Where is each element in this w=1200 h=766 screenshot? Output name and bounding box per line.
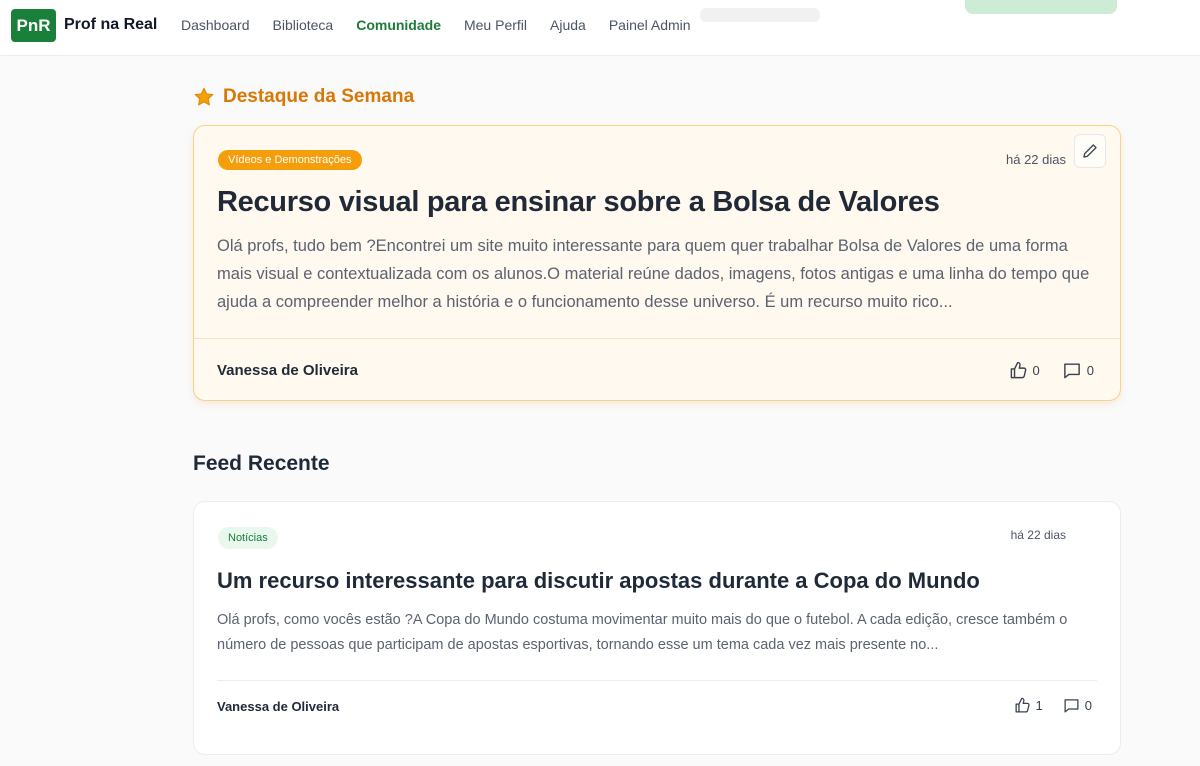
comment-button[interactable]: 0 <box>1063 697 1092 714</box>
main-nav: Dashboard Biblioteca Comunidade Meu Perf… <box>181 17 714 33</box>
logo[interactable]: PnR <box>11 9 56 42</box>
featured-post-card[interactable]: Vídeos e Demonstrações há 22 dias Recurs… <box>193 125 1121 401</box>
nav-meu-perfil[interactable]: Meu Perfil <box>464 17 527 33</box>
card-divider <box>194 338 1120 339</box>
comment-icon <box>1064 699 1079 713</box>
comment-button[interactable]: 0 <box>1062 361 1094 380</box>
featured-section-title: Destaque da Semana <box>193 85 414 109</box>
comment-icon <box>1063 363 1080 379</box>
pencil-icon <box>1083 144 1097 158</box>
post-author[interactable]: Vanessa de Oliveira <box>217 699 339 714</box>
nav-comunidade[interactable]: Comunidade <box>356 17 441 33</box>
star-icon <box>194 87 214 106</box>
post-stats: 0 0 <box>1009 361 1094 380</box>
nav-painel-admin[interactable]: Painel Admin <box>609 17 691 33</box>
category-badge[interactable]: Notícias <box>218 527 278 549</box>
brand-name[interactable]: Prof na Real <box>64 16 157 34</box>
post-date: há 22 dias <box>1010 528 1066 542</box>
card-divider <box>217 680 1097 681</box>
thumbs-up-icon <box>1015 697 1030 713</box>
comment-count: 0 <box>1086 363 1094 378</box>
header-blurred-text <box>700 8 820 22</box>
thumbs-up-icon <box>1010 361 1026 379</box>
post-title[interactable]: Um recurso interessante para discutir ap… <box>217 568 980 594</box>
post-excerpt: Olá profs, tudo bem ?Encontrei um site m… <box>217 237 1090 311</box>
nav-biblioteca[interactable]: Biblioteca <box>273 17 334 33</box>
post-title[interactable]: Recurso visual para ensinar sobre a Bols… <box>217 186 940 219</box>
nav-dashboard[interactable]: Dashboard <box>181 17 250 33</box>
featured-section-label: Destaque da Semana <box>223 86 415 107</box>
post-stats: 1 0 <box>1014 697 1092 714</box>
like-button[interactable]: 0 <box>1009 361 1040 380</box>
post-author[interactable]: Vanessa de Oliveira <box>217 362 358 379</box>
edit-button[interactable] <box>1074 134 1106 168</box>
like-count: 1 <box>1035 698 1043 713</box>
post-excerpt: Olá profs, como vocês estão ?A Copa do M… <box>217 612 1068 653</box>
nav-ajuda[interactable]: Ajuda <box>550 17 586 33</box>
feed-post-card[interactable]: Notícias há 22 dias Um recurso interessa… <box>193 501 1121 755</box>
feed-section-title: Feed Recente <box>193 452 330 475</box>
header-action-button[interactable] <box>965 0 1117 14</box>
post-date: há 22 dias <box>1006 152 1066 167</box>
category-badge[interactable]: Vídeos e Demonstrações <box>218 150 362 170</box>
like-count: 0 <box>1032 363 1040 378</box>
like-button[interactable]: 1 <box>1014 697 1043 714</box>
comment-count: 0 <box>1084 698 1092 713</box>
top-navbar: PnR Prof na Real Dashboard Biblioteca Co… <box>0 0 1200 56</box>
